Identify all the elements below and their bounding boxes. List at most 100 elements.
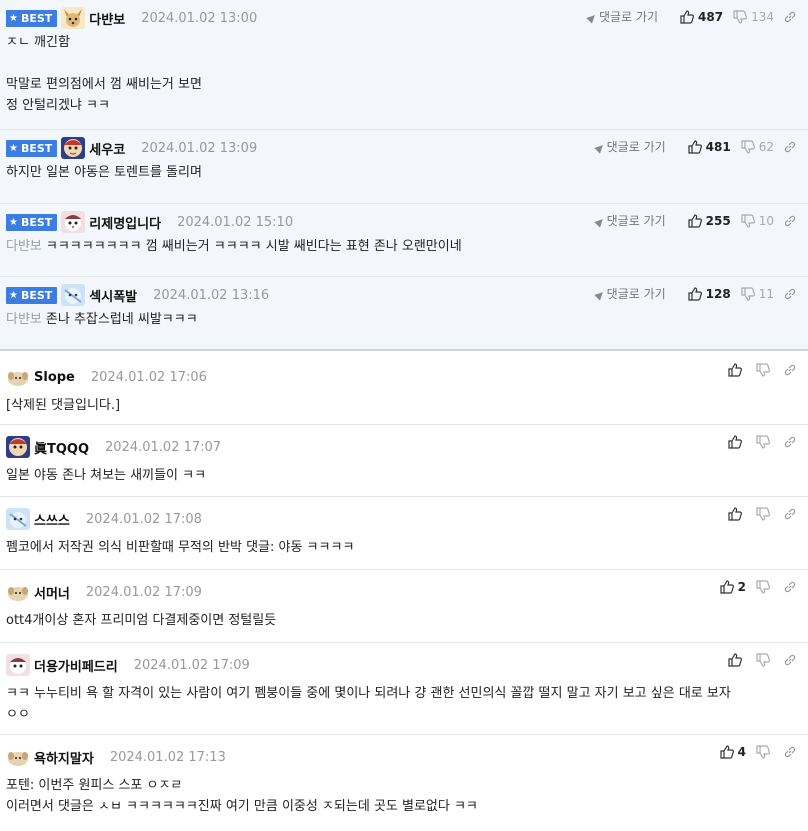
star-icon: ★	[9, 289, 18, 301]
upvote-button[interactable]: 481	[688, 140, 731, 154]
comment-date: 2024.01.02 17:09	[85, 584, 202, 600]
goto-comment-link[interactable]: 댓글로 가기	[593, 212, 666, 229]
link-icon	[784, 364, 796, 376]
nickname[interactable]: 섹시폭발	[89, 286, 137, 305]
downvote-button[interactable]	[756, 745, 774, 759]
downvote-button[interactable]: 134	[733, 10, 774, 24]
thumbs-down-icon	[741, 213, 755, 228]
thumbs-up-icon	[728, 363, 742, 377]
link-icon	[784, 436, 796, 448]
upvote-button[interactable]: 487	[680, 10, 723, 24]
comment-line	[6, 53, 800, 74]
thumbs-up-icon	[728, 507, 742, 521]
best-badge: ★ BEST	[6, 139, 58, 157]
downvote-button[interactable]: 62	[741, 140, 774, 154]
link-button[interactable]	[784, 288, 800, 300]
goto-comment-link[interactable]: 댓글로 가기	[593, 138, 666, 155]
thumbs-down-icon	[756, 745, 770, 759]
comment: 더용가비페드리 2024.01.02 17:09 ㅋㅋ 누누티비 욕 할 자격이…	[0, 643, 808, 735]
upvote-button[interactable]	[728, 653, 746, 667]
comment-line: 정 안털리겠냐 ㅋㅋ	[6, 98, 110, 113]
downvote-button[interactable]	[756, 653, 774, 667]
goto-comment-link[interactable]: 댓글로 가기	[586, 8, 658, 25]
avatar[interactable]	[61, 7, 86, 29]
nickname[interactable]: 다뱐보	[89, 9, 125, 28]
best-comment: ★ BEST 세우코 2024.01.02 13:09 댓글로 가기 481 62…	[0, 130, 808, 204]
link-button[interactable]	[784, 364, 800, 376]
avatar[interactable]	[61, 284, 86, 306]
avatar[interactable]	[6, 581, 30, 603]
nickname[interactable]: 眞TQQQ	[34, 438, 89, 457]
avatar[interactable]	[61, 137, 86, 159]
upvote-button[interactable]: 4	[720, 745, 746, 759]
nickname[interactable]: 욕하지말자	[34, 748, 94, 767]
thumbs-down-icon	[741, 139, 755, 154]
reply-target[interactable]: 다뱐보	[6, 239, 42, 254]
comment: 스쓰스 2024.01.02 17:08 펨코에서 저작권 의식 비판할때 무적…	[0, 497, 808, 570]
nickname[interactable]: 서머너	[34, 583, 70, 602]
star-icon: ★	[9, 142, 18, 154]
comment-date: 2024.01.02 13:09	[141, 140, 258, 156]
upvote-button[interactable]: 255	[688, 214, 731, 228]
thumbs-down-icon	[756, 435, 770, 449]
goto-comment-link[interactable]: 댓글로 가기	[593, 285, 666, 302]
upvote-button[interactable]	[728, 435, 746, 449]
downvote-count: 10	[758, 213, 774, 228]
nickname[interactable]: 더용가비페드리	[34, 656, 118, 675]
downvote-button[interactable]: 11	[741, 287, 774, 301]
link-button[interactable]	[784, 508, 800, 520]
thumbs-down-icon	[756, 653, 770, 667]
nickname[interactable]: 스쓰스	[34, 510, 70, 529]
comment-body: 펨코에서 저작권 의식 비판할때 무적의 반박 댓글: 야동 ㅋㅋㅋㅋ	[6, 531, 800, 566]
comment-actions: 2	[710, 580, 800, 594]
comment-body: 하지만 일본 야동은 토렌트를 돌리며	[6, 160, 800, 191]
thumbs-up-icon	[728, 435, 742, 449]
best-label: BEST	[20, 288, 53, 302]
link-icon	[784, 141, 796, 152]
comment-list: ★ BEST 다뱐보 2024.01.02 13:00 댓글로 가기 487 13…	[0, 0, 808, 831]
best-comment: ★ BEST 리제명입니다 2024.01.02 15:10 댓글로 가기 255…	[0, 204, 808, 277]
upvote-button[interactable]	[728, 507, 746, 521]
link-button[interactable]	[784, 436, 800, 448]
upvote-button[interactable]: 128	[688, 287, 731, 301]
link-button[interactable]	[784, 581, 800, 593]
link-icon	[784, 11, 796, 22]
comment-line: 일본 야동 존나 쳐보는 새끼들이 ㅋㅋ	[6, 468, 207, 483]
comment-line: ㅋㅋ 누누티비 욕 할 자격이 있는 사람이 여기 펨붕이들 중에 몇이나 되려…	[6, 686, 731, 701]
comment-line: 존나 추잡스럽네 씨발ㅋㅋㅋ	[45, 312, 198, 327]
best-badge: ★ BEST	[6, 213, 58, 231]
reply-target[interactable]: 다뱐보	[6, 312, 42, 327]
avatar[interactable]	[6, 746, 30, 768]
link-button[interactable]	[784, 215, 800, 227]
nickname[interactable]: Slope	[34, 370, 75, 385]
downvote-button[interactable]: 10	[741, 214, 774, 228]
avatar[interactable]	[6, 654, 30, 676]
comment-actions	[718, 653, 800, 667]
link-icon	[784, 508, 796, 520]
comment-header: 眞TQQQ 2024.01.02 17:07	[6, 435, 800, 459]
nickname[interactable]: 리제명입니다	[89, 213, 161, 232]
link-button[interactable]	[784, 11, 800, 23]
avatar[interactable]	[6, 366, 30, 388]
downvote-button[interactable]	[756, 363, 774, 377]
downvote-button[interactable]	[756, 580, 774, 594]
link-icon	[784, 288, 796, 299]
comment-actions: 댓글로 가기 481 62	[593, 138, 800, 155]
upvote-button[interactable]	[728, 363, 746, 377]
downvote-button[interactable]	[756, 435, 774, 449]
nickname[interactable]: 세우코	[89, 139, 125, 158]
goto-label: 댓글로 가기	[606, 214, 666, 228]
upvote-button[interactable]: 2	[720, 580, 746, 594]
comment-date: 2024.01.02 17:08	[85, 511, 202, 527]
downvote-button[interactable]	[756, 507, 774, 521]
link-button[interactable]	[784, 141, 800, 153]
link-button[interactable]	[784, 746, 800, 758]
avatar[interactable]	[61, 211, 86, 233]
link-button[interactable]	[784, 654, 800, 666]
goto-label: 댓글로 가기	[606, 140, 666, 154]
comment-line: 막말로 편의점에서 껌 쌔비는거 보면	[6, 77, 202, 92]
thumbs-up-icon	[680, 9, 695, 24]
avatar[interactable]	[6, 508, 30, 530]
comment-actions	[718, 435, 800, 449]
avatar[interactable]	[6, 436, 30, 458]
